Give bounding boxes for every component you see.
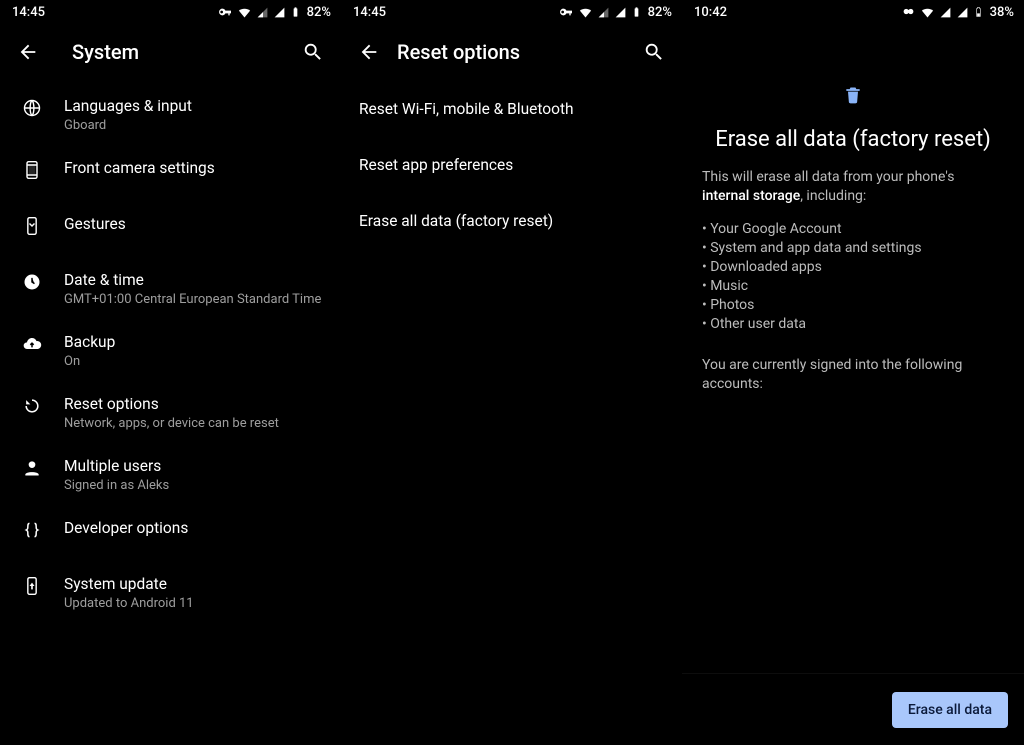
clock-icon xyxy=(12,270,52,292)
item-title: Backup xyxy=(64,332,325,352)
item-subtitle: On xyxy=(64,354,325,370)
search-button[interactable] xyxy=(293,32,333,72)
erase-description: This will erase all data from your phone… xyxy=(702,168,1004,206)
appbar: System xyxy=(0,24,341,80)
settings-item-date-time[interactable]: Date & time GMT+01:00 Central European St… xyxy=(0,258,341,320)
erase-bullet-list: • Your Google Account• System and app da… xyxy=(702,220,1004,334)
screen-reset-options: 14:45 82% Reset options Reset Wi-Fi, mob… xyxy=(341,0,682,745)
status-bar: 14:45 82% xyxy=(0,0,341,24)
item-title: Reset options xyxy=(64,394,325,414)
battery-icon xyxy=(290,4,301,20)
item-subtitle: GMT+01:00 Central European Standard Time xyxy=(64,292,325,308)
erase-all-data-button[interactable]: Erase all data xyxy=(892,692,1008,728)
battery-text: 82% xyxy=(648,5,672,20)
erase-content: Erase all data (factory reset) This will… xyxy=(682,24,1024,673)
item-title: Front camera settings xyxy=(64,158,325,178)
erase-title: Erase all data (factory reset) xyxy=(702,126,1004,154)
signal-icon xyxy=(256,6,269,19)
settings-item-developer-options[interactable]: Developer options xyxy=(0,506,341,562)
braces-icon xyxy=(12,518,52,540)
item-title: Date & time xyxy=(64,270,325,290)
item-subtitle: Signed in as Aleks xyxy=(64,478,325,494)
bullet-item: • Other user data xyxy=(702,315,1004,334)
reset-options-list: Reset Wi-Fi, mobile & Bluetooth Reset app… xyxy=(341,80,682,745)
battery-text: 38% xyxy=(990,5,1014,20)
phone-front-icon xyxy=(12,158,52,180)
search-icon xyxy=(302,41,324,63)
item-title: System update xyxy=(64,574,325,594)
status-time: 14:45 xyxy=(12,5,45,20)
back-button[interactable] xyxy=(349,32,389,72)
wifi-icon xyxy=(578,5,593,20)
status-bar: 10:42 38% xyxy=(682,0,1024,24)
settings-list: Languages & input Gboard Front camera sett… xyxy=(0,80,341,745)
settings-item-gestures[interactable]: Gestures xyxy=(0,202,341,258)
key-icon xyxy=(217,4,233,20)
signal-icon xyxy=(614,6,627,19)
status-time: 14:45 xyxy=(353,5,386,20)
signal-icon xyxy=(273,6,286,19)
footer: Erase all data xyxy=(682,673,1024,745)
appbar: Reset options xyxy=(341,24,682,80)
item-subtitle: Gboard xyxy=(64,118,325,134)
search-button[interactable] xyxy=(634,32,674,72)
reset-icon xyxy=(12,394,52,416)
reset-option-reset-wi-fi-mobile-bluetooth[interactable]: Reset Wi-Fi, mobile & Bluetooth xyxy=(341,84,682,140)
item-title: Gestures xyxy=(64,214,325,234)
settings-item-multiple-users[interactable]: Multiple users Signed in as Aleks xyxy=(0,444,341,506)
globe-icon xyxy=(12,96,52,118)
bullet-item: • Your Google Account xyxy=(702,220,1004,239)
item-title: Developer options xyxy=(64,518,325,538)
bullet-item: • System and app data and settings xyxy=(702,239,1004,258)
back-button[interactable] xyxy=(8,32,48,72)
key-icon xyxy=(558,4,574,20)
item-title: Languages & input xyxy=(64,96,325,116)
settings-item-languages-input[interactable]: Languages & input Gboard xyxy=(0,84,341,146)
status-bar: 14:45 82% xyxy=(341,0,682,24)
bullet-item: • Music xyxy=(702,277,1004,296)
item-subtitle: Network, apps, or device can be reset xyxy=(64,416,325,432)
update-phone-icon xyxy=(12,574,52,596)
reset-option-erase-all-data-factory-reset-[interactable]: Erase all data (factory reset) xyxy=(341,196,682,252)
signed-in-text: You are currently signed into the follow… xyxy=(702,356,1004,394)
battery-icon xyxy=(973,4,984,20)
glasses-icon xyxy=(899,6,916,18)
status-time: 10:42 xyxy=(694,5,727,20)
cloud-up-icon xyxy=(12,332,52,354)
settings-item-reset-options[interactable]: Reset options Network, apps, or device ca… xyxy=(0,382,341,444)
item-title: Erase all data (factory reset) xyxy=(359,211,664,231)
page-title: Reset options xyxy=(397,40,634,64)
wifi-icon xyxy=(237,5,252,20)
arrow-back-icon xyxy=(358,41,380,63)
item-title: Multiple users xyxy=(64,456,325,476)
bullet-item: • Downloaded apps xyxy=(702,258,1004,277)
item-subtitle: Updated to Android 11 xyxy=(64,596,325,612)
arrow-back-icon xyxy=(17,41,39,63)
search-icon xyxy=(643,41,665,63)
bullet-item: • Photos xyxy=(702,296,1004,315)
screen-system: 14:45 82% System Languages & input Gboard… xyxy=(0,0,341,745)
signal-icon xyxy=(939,6,952,19)
trash-icon xyxy=(843,84,863,106)
settings-item-system-update[interactable]: System update Updated to Android 11 xyxy=(0,562,341,624)
battery-icon xyxy=(631,4,642,20)
reset-option-reset-app-preferences[interactable]: Reset app preferences xyxy=(341,140,682,196)
person-icon xyxy=(12,456,52,478)
signal-icon xyxy=(956,6,969,19)
settings-item-front-camera-settings[interactable]: Front camera settings xyxy=(0,146,341,202)
gesture-phone-icon xyxy=(12,214,52,236)
item-title: Reset app preferences xyxy=(359,155,664,175)
signal-icon xyxy=(597,6,610,19)
battery-text: 82% xyxy=(307,5,331,20)
item-title: Reset Wi-Fi, mobile & Bluetooth xyxy=(359,99,664,119)
settings-item-backup[interactable]: Backup On xyxy=(0,320,341,382)
screen-erase-all-data: 10:42 38% Erase all data (factory reset)… xyxy=(682,0,1024,745)
page-title: System xyxy=(72,40,293,64)
wifi-icon xyxy=(920,5,935,20)
